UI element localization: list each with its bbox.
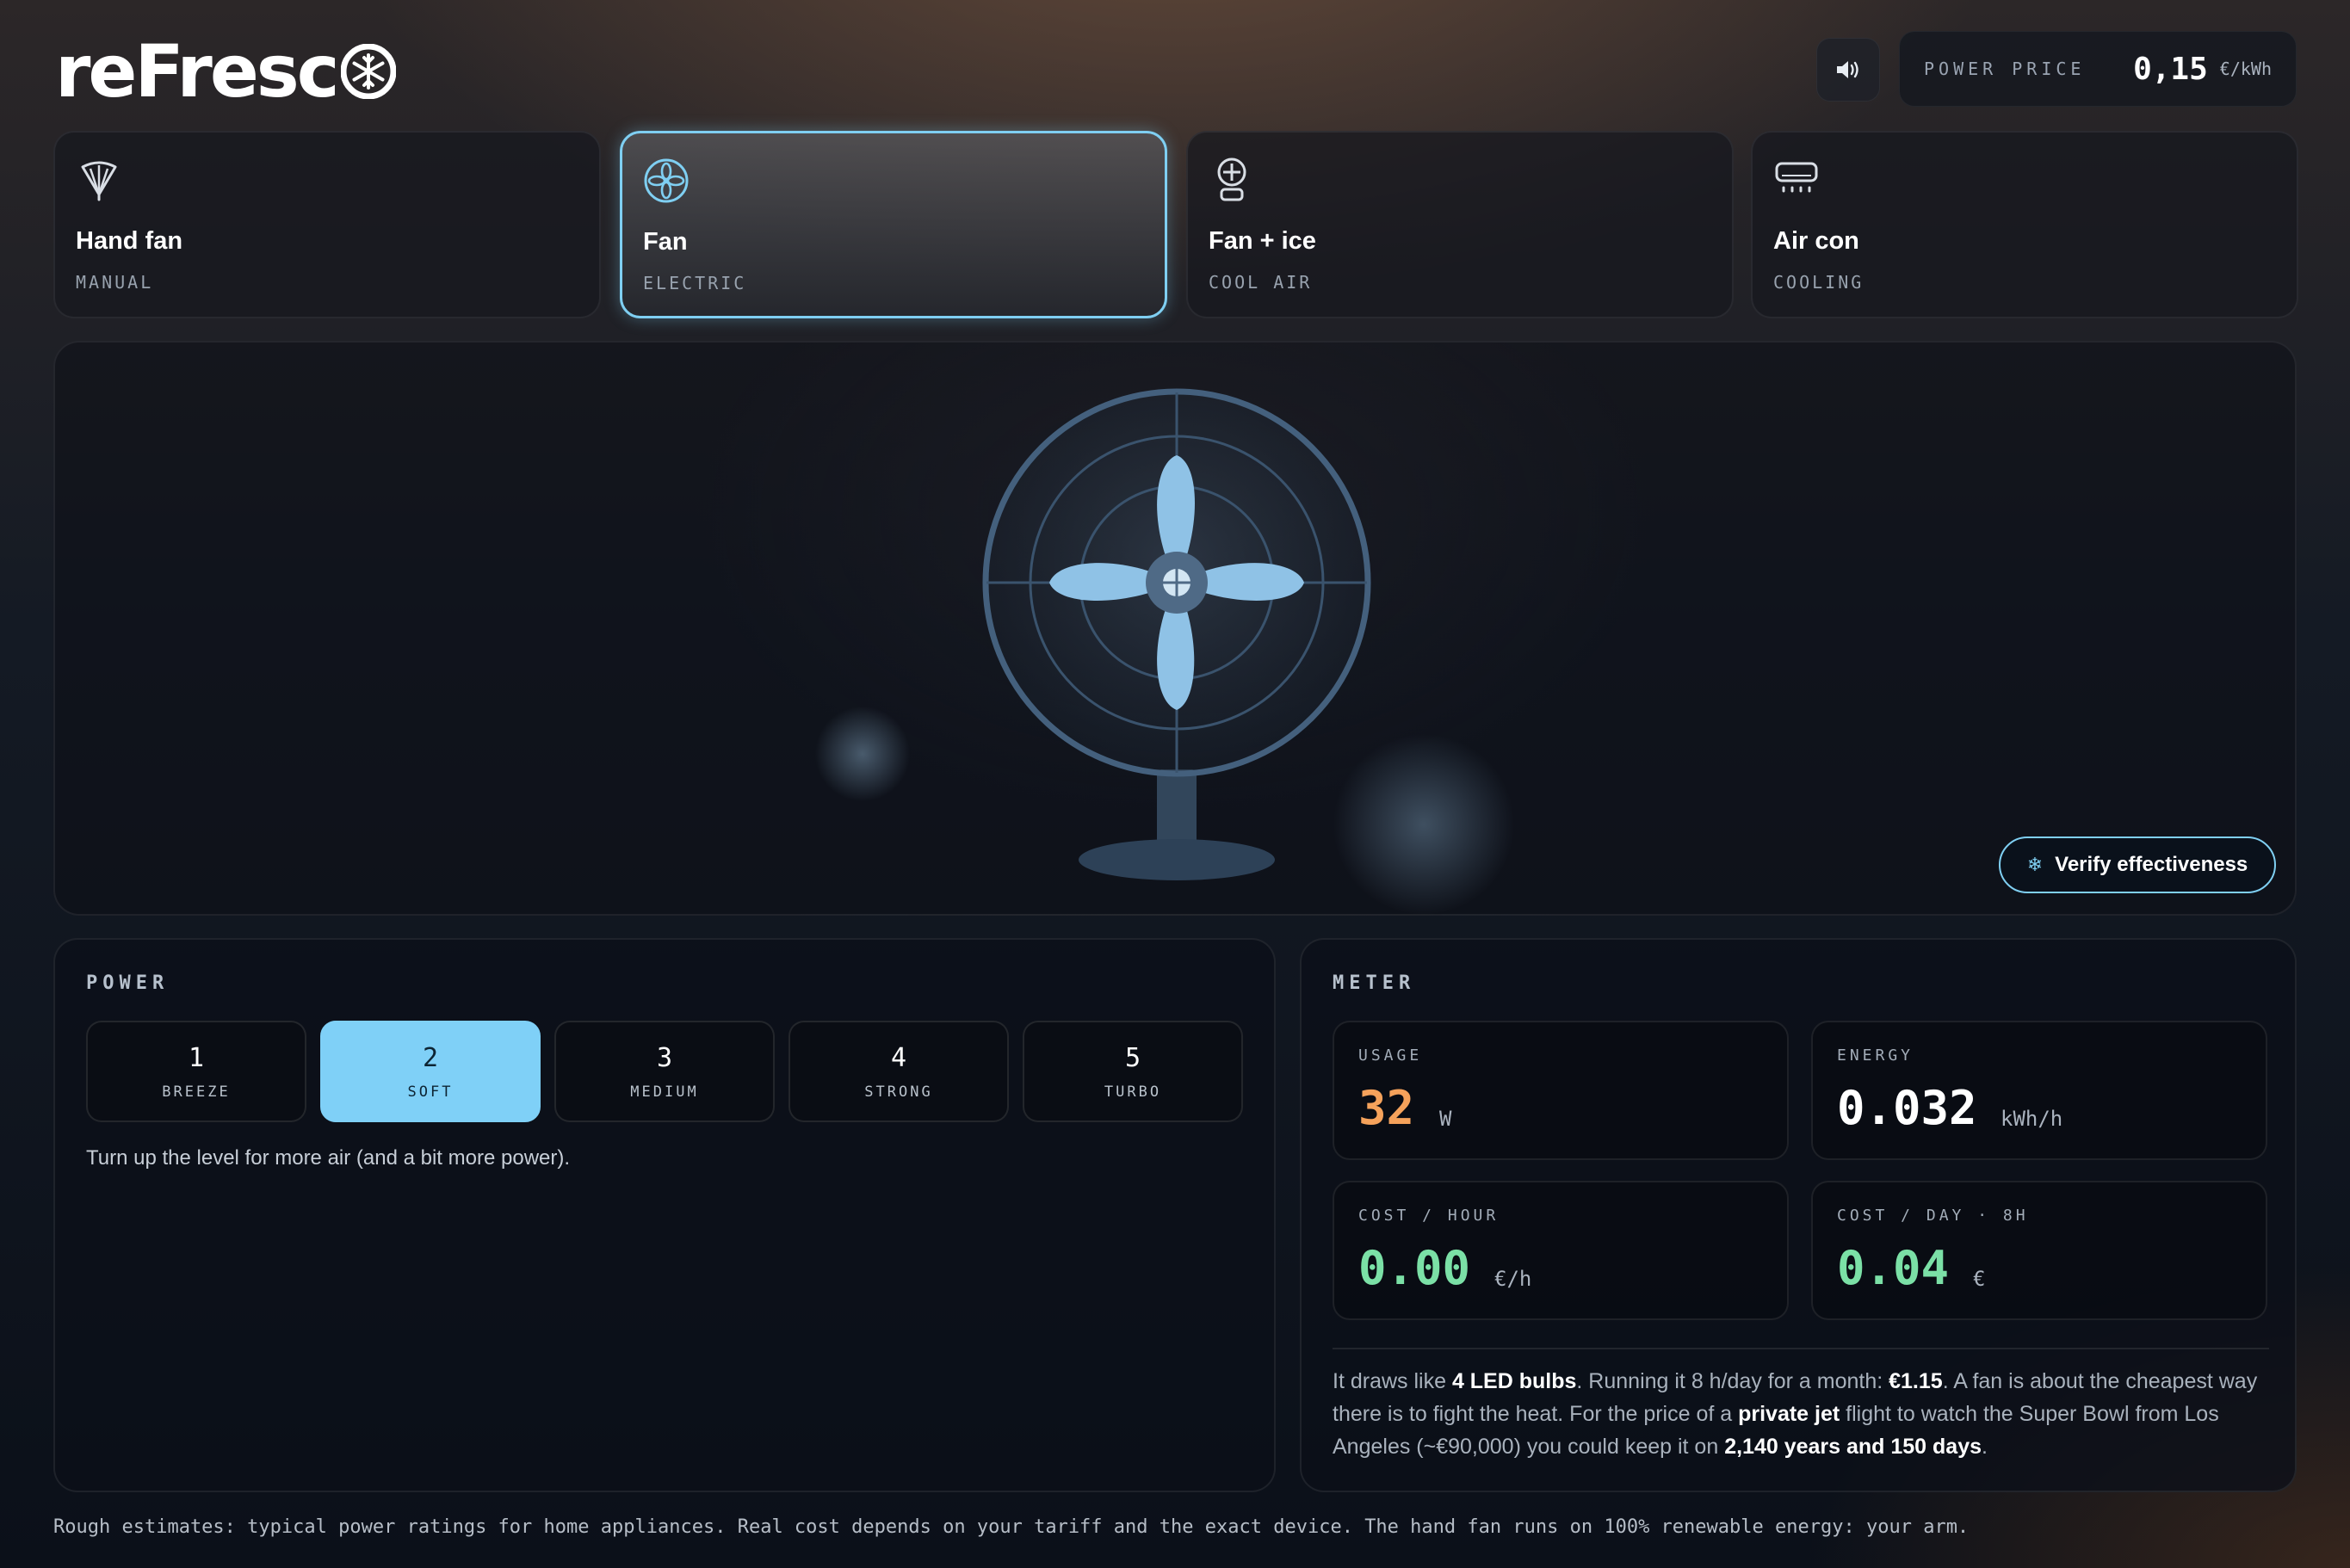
text-part: . — [1982, 1435, 1988, 1459]
level-number: 1 — [188, 1043, 205, 1073]
cost-day-value: 0.04 — [1837, 1241, 1950, 1295]
level-number: 3 — [656, 1043, 673, 1073]
snowflake-icon — [340, 44, 396, 99]
meter-panel: METER USAGE 32 W ENERGY 0.032 kWh/h COST… — [1300, 938, 2297, 1492]
air-particle — [811, 702, 914, 806]
level-label: BREEZE — [162, 1083, 231, 1101]
mode-card-air-con[interactable]: Air con COOLING — [1751, 131, 2298, 318]
cost-day-unit: € — [1973, 1267, 1986, 1291]
sound-toggle-button[interactable] — [1816, 38, 1880, 102]
power-level-4[interactable]: 4 STRONG — [788, 1021, 1009, 1122]
power-panel: POWER 1 BREEZE 2 SOFT 3 MEDIUM 4 STRONG … — [53, 938, 1276, 1492]
brand-logo: reFresc — [55, 29, 396, 114]
mode-subtitle: ELECTRIC — [643, 273, 747, 293]
meter-divider — [1333, 1348, 2269, 1349]
cost-day-label: COST / DAY · 8H — [1837, 1207, 2029, 1225]
power-price-box[interactable]: POWER PRICE 0,15 €/kWh — [1899, 31, 2297, 107]
verify-label: Verify effectiveness — [2055, 853, 2248, 876]
fan-base — [1079, 839, 1275, 880]
power-hint-text: Turn up the level for more air (and a bi… — [86, 1146, 571, 1170]
cost-hour-tile: COST / HOUR 0.00 €/h — [1333, 1181, 1789, 1320]
footer-disclaimer: Rough estimates: typical power ratings f… — [53, 1516, 1970, 1538]
usage-tile: USAGE 32 W — [1333, 1021, 1789, 1160]
text-highlight: 4 LED bulbs — [1451, 1369, 1577, 1393]
level-number: 5 — [1124, 1043, 1141, 1073]
meter-comparison-text: It draws like 4 LED bulbs. Running it 8 … — [1333, 1365, 2271, 1463]
fan-icon — [644, 158, 689, 203]
mode-name: Fan — [643, 228, 688, 256]
cost-hour-label: COST / HOUR — [1358, 1207, 1500, 1225]
text-highlight: 2,140 years and 150 days — [1724, 1435, 1982, 1459]
power-price-value[interactable]: 0,15 — [2133, 52, 2208, 87]
brand-name: reFresc — [55, 29, 340, 114]
mode-subtitle: MANUAL — [76, 272, 154, 293]
fan-stage: ❄ Verify effectiveness — [53, 341, 2297, 916]
text-part: It draws like — [1333, 1369, 1452, 1393]
mode-name: Fan + ice — [1209, 227, 1316, 255]
power-level-1[interactable]: 1 BREEZE — [86, 1021, 306, 1122]
level-label: STRONG — [864, 1083, 933, 1101]
level-number: 2 — [422, 1043, 439, 1073]
text-highlight: private jet — [1738, 1402, 1840, 1426]
usage-value: 32 — [1358, 1081, 1415, 1135]
energy-unit: kWh/h — [2001, 1107, 2063, 1131]
snowflake-icon: ❄ — [2026, 854, 2044, 875]
verify-effectiveness-button[interactable]: ❄ Verify effectiveness — [1999, 836, 2276, 893]
energy-value: 0.032 — [1837, 1081, 1977, 1135]
fan-ice-icon — [1217, 157, 1246, 201]
level-label: TURBO — [1104, 1083, 1162, 1101]
cost-hour-value: 0.00 — [1358, 1241, 1471, 1295]
level-label: SOFT — [407, 1083, 454, 1101]
power-level-3[interactable]: 3 MEDIUM — [554, 1021, 775, 1122]
mode-name: Air con — [1773, 227, 1859, 255]
power-price-unit: €/kWh — [2219, 59, 2272, 79]
mode-card-hand-fan[interactable]: Hand fan MANUAL — [53, 131, 601, 318]
mode-card-fan[interactable]: Fan ELECTRIC — [620, 131, 1167, 318]
usage-label: USAGE — [1358, 1046, 1423, 1065]
level-label: MEDIUM — [630, 1083, 699, 1101]
energy-tile: ENERGY 0.032 kWh/h — [1811, 1021, 2267, 1160]
usage-unit: W — [1439, 1107, 1452, 1131]
text-part: . Running it 8 h/day for a month: — [1576, 1369, 1889, 1393]
mode-subtitle: COOLING — [1773, 272, 1865, 293]
power-price-label: POWER PRICE — [1924, 59, 2086, 79]
hand-fan-icon — [81, 161, 117, 201]
level-number: 4 — [890, 1043, 907, 1073]
mode-subtitle: COOL AIR — [1209, 272, 1313, 293]
power-level-2[interactable]: 2 SOFT — [320, 1021, 541, 1122]
fan-illustration — [982, 388, 1371, 880]
power-level-5[interactable]: 5 TURBO — [1023, 1021, 1243, 1122]
mode-card-fan-ice[interactable]: Fan + ice COOL AIR — [1186, 131, 1734, 318]
mode-name: Hand fan — [76, 227, 183, 255]
power-panel-title: POWER — [86, 972, 170, 994]
speaker-icon — [1837, 61, 1858, 78]
cost-day-tile: COST / DAY · 8H 0.04 € — [1811, 1181, 2267, 1320]
text-highlight: €1.15 — [1889, 1369, 1943, 1393]
air-con-icon — [1775, 162, 1818, 193]
meter-panel-title: METER — [1333, 972, 1416, 994]
energy-label: ENERGY — [1837, 1046, 1914, 1065]
cost-hour-unit: €/h — [1494, 1267, 1532, 1291]
